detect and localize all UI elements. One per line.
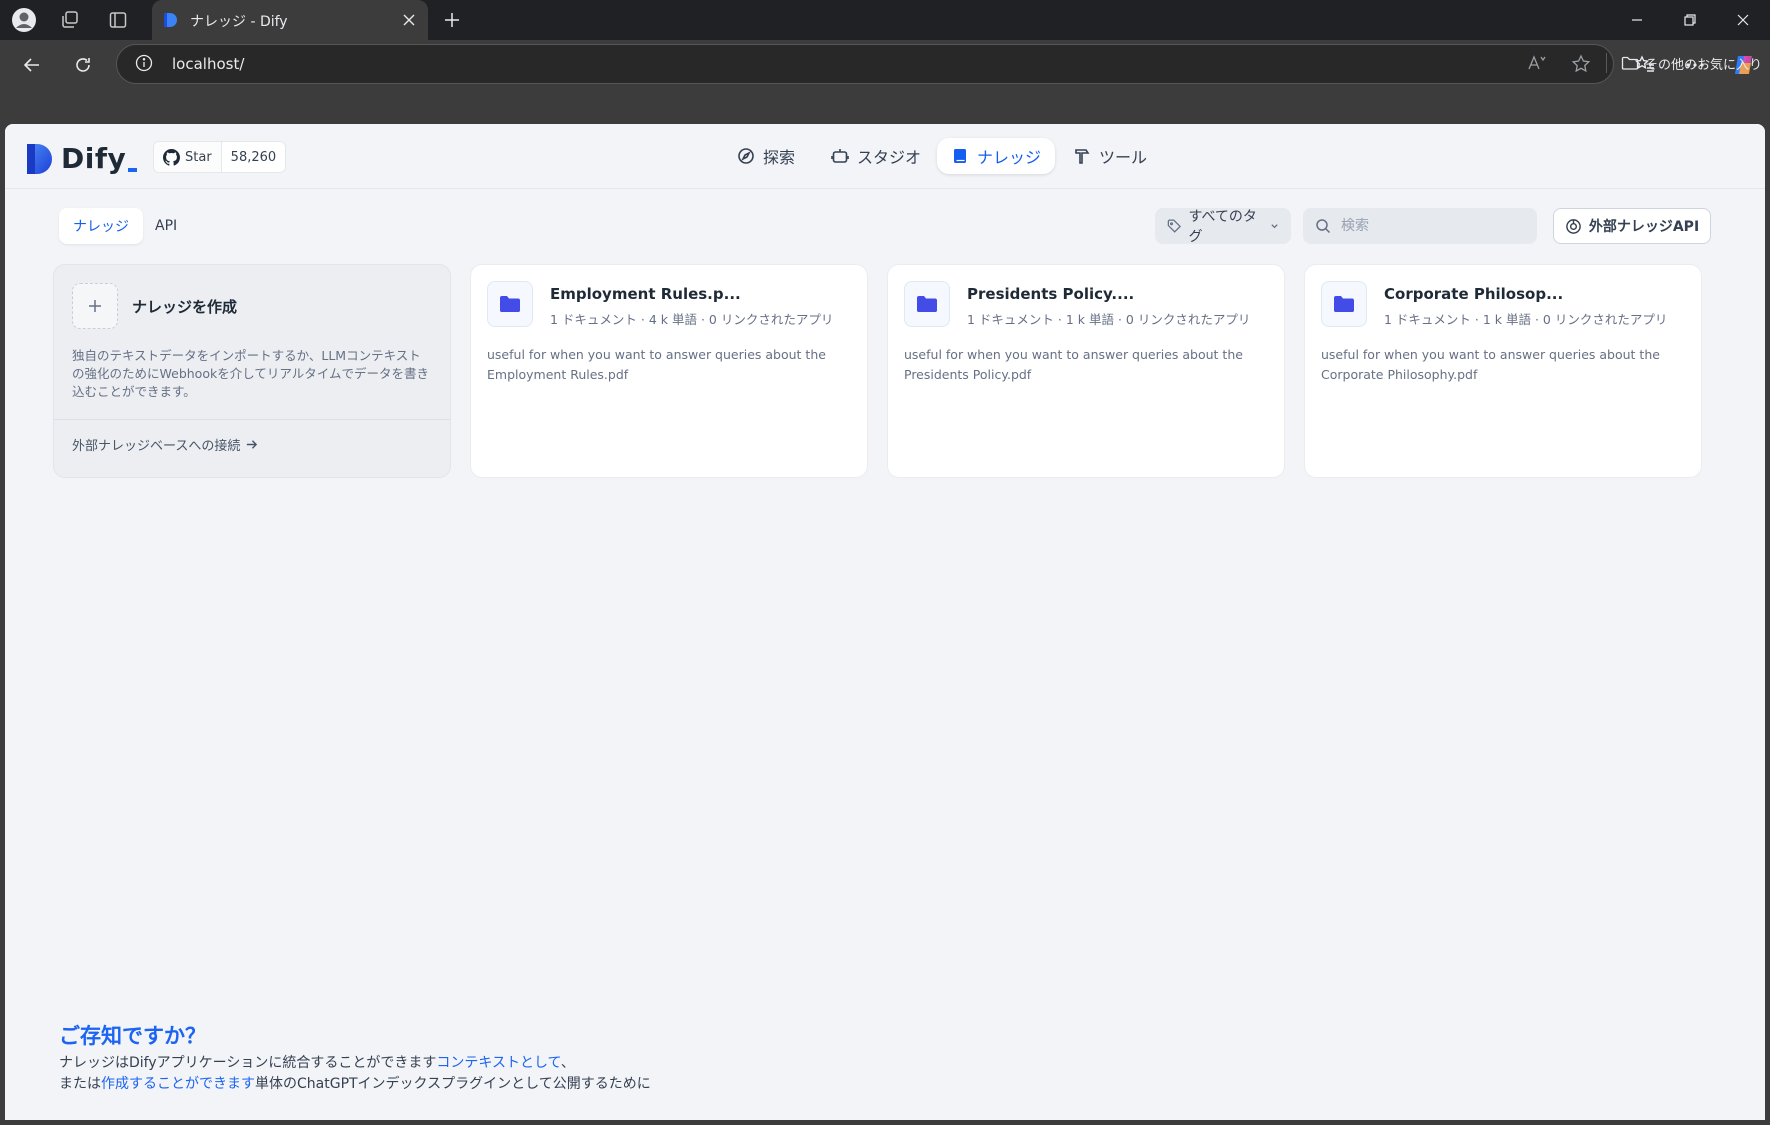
did-you-know-line-2: または作成することができます単体のChatGPTインデックスプラグインとして公開… (59, 1073, 651, 1093)
create-knowledge-header[interactable]: ナレッジを作成 (72, 283, 237, 329)
browser-toolbar: localhost/ (0, 40, 1770, 124)
logo-text: Dify (61, 142, 127, 175)
workspaces-icon[interactable] (56, 6, 84, 34)
browser-titlebar: ナレッジ - Dify (0, 0, 1770, 40)
tag-icon (1167, 219, 1181, 233)
chevron-down-icon (1271, 224, 1278, 229)
read-aloud-icon[interactable] (1527, 54, 1547, 72)
bookmark-folder-label: その他のお気に入り (1645, 57, 1763, 73)
github-star-count: 58,260 (230, 149, 277, 165)
back-icon[interactable] (15, 48, 49, 82)
github-star[interactable]: Star (154, 142, 222, 172)
logo-underscore (128, 167, 138, 172)
arrow-right-icon (247, 440, 258, 449)
bookmark-separator (1606, 53, 1607, 73)
dify-logo-icon (27, 143, 52, 174)
tab-knowledge[interactable]: ナレッジ (59, 208, 143, 244)
nav-knowledge-label: ナレッジ (977, 148, 1042, 167)
dify-logo[interactable]: Dify (25, 142, 138, 175)
create-knowledge-title: ナレッジを作成 (132, 297, 238, 316)
did-you-know-text-1-end: 、 (560, 1055, 575, 1071)
url-text: localhost/ (172, 55, 245, 73)
compass-icon (738, 148, 754, 164)
tag-filter-label: すべてのタグ (1188, 209, 1257, 245)
close-window-icon[interactable] (1723, 6, 1763, 34)
dataset-name: Corporate Philosop... (1384, 285, 1564, 303)
search-icon (1316, 219, 1331, 234)
nav-explore[interactable]: 探索 (723, 138, 809, 174)
dataset-name: Presidents Policy.... (967, 285, 1135, 303)
minimize-icon[interactable] (1617, 6, 1657, 34)
create-knowledge-description: 独自のテキストデータをインポートするか、LLMコンテキストの強化のためにWebh… (72, 348, 429, 399)
robot-icon (831, 149, 849, 163)
github-star-label: Star (185, 149, 212, 165)
folder-icon (1621, 56, 1639, 70)
api-connection-icon (1566, 218, 1581, 234)
nav-explore-label: 探索 (763, 148, 796, 167)
restore-icon[interactable] (1670, 6, 1710, 34)
connect-external-knowledge-label: 外部ナレッジベースへの接続 (72, 439, 241, 454)
dataset-description: useful for when you want to answer queri… (487, 347, 826, 382)
external-knowledge-api-button[interactable]: 外部ナレッジAPI (1553, 208, 1711, 244)
dataset-description: useful for when you want to answer queri… (904, 347, 1243, 382)
other-favorites-folder[interactable]: その他のお気に入り (1621, 53, 1762, 73)
did-you-know-line-1: ナレッジはDifyアプリケーションに統合することができますコンテキストとして、 (59, 1052, 575, 1072)
did-you-know-text-2-prefix: または (59, 1076, 101, 1092)
github-icon (163, 148, 180, 166)
app-header: Dify Star 58,260 探索 スタジオ ナレッジ ツール (5, 124, 1765, 189)
tab-api[interactable]: API (141, 208, 191, 244)
connect-external-knowledge-link[interactable]: 外部ナレッジベースへの接続 (72, 435, 258, 454)
create-card-divider (54, 419, 450, 420)
folder-icon (487, 281, 533, 327)
window-frame-right (1765, 124, 1770, 1125)
dataset-meta: 1 ドキュメント · 4 k 単語 · 0 リンクされたアプリ (550, 312, 834, 327)
nav-studio-label: スタジオ (857, 148, 922, 167)
tag-filter-dropdown[interactable]: すべてのタグ (1155, 208, 1291, 245)
dify-favicon-icon (162, 11, 180, 29)
browser-tab-active[interactable]: ナレッジ - Dify (152, 0, 428, 40)
tab-close-icon[interactable] (398, 9, 420, 31)
dataset-meta: 1 ドキュメント · 1 k 単語 · 0 リンクされたアプリ (967, 312, 1251, 327)
site-info-icon[interactable] (135, 54, 153, 72)
window-frame-bottom (0, 1120, 1770, 1125)
search-box[interactable] (1303, 208, 1537, 244)
nav-studio[interactable]: スタジオ (817, 138, 935, 174)
did-you-know-title: ご存知ですか？ (59, 1024, 206, 1048)
search-input[interactable] (1339, 217, 1523, 235)
tab-actions-icon[interactable] (104, 6, 132, 34)
dataset-description: useful for when you want to answer queri… (1321, 347, 1660, 382)
create-knowledge-card[interactable]: ナレッジを作成 独自のテキストデータをインポートするか、LLMコンテキストの強化… (53, 264, 451, 478)
tab-title: ナレッジ - Dify (190, 14, 288, 30)
book-icon (954, 149, 966, 163)
nav-tools[interactable]: ツール (1059, 138, 1161, 174)
did-you-know-text-2-suffix: 単体のChatGPTインデックスプラグインとして公開するために (255, 1076, 651, 1092)
dataset-card[interactable]: Presidents Policy.... 1 ドキュメント · 1 k 単語 … (887, 264, 1285, 478)
dataset-name: Employment Rules.p... (550, 285, 741, 303)
address-bar[interactable]: localhost/ (116, 44, 1614, 84)
folder-icon (1321, 281, 1367, 327)
folder-icon (904, 281, 950, 327)
dataset-card[interactable]: Employment Rules.p... 1 ドキュメント · 4 k 単語 … (470, 264, 868, 478)
nav-tools-label: ツール (1099, 148, 1148, 167)
as-context-link[interactable]: コンテキストとして (436, 1055, 560, 1071)
dataset-meta: 1 ドキュメント · 1 k 単語 · 0 リンクされたアプリ (1384, 312, 1668, 327)
favorite-star-icon[interactable] (1571, 54, 1591, 74)
did-you-know-text-1: ナレッジはDifyアプリケーションに統合することができます (59, 1055, 437, 1071)
profile-icon[interactable] (10, 6, 38, 34)
plus-icon (72, 283, 118, 329)
create-plugin-link[interactable]: 作成することができます (101, 1076, 255, 1092)
dataset-card[interactable]: Corporate Philosop... 1 ドキュメント · 1 k 単語 … (1304, 264, 1702, 478)
external-knowledge-api-label: 外部ナレッジAPI (1588, 219, 1700, 235)
new-tab-icon[interactable] (438, 6, 466, 34)
dify-app: Dify Star 58,260 探索 スタジオ ナレッジ ツール ナレッジ A… (5, 124, 1765, 1120)
github-star-button[interactable]: Star 58,260 (153, 141, 287, 173)
nav-knowledge[interactable]: ナレッジ (937, 138, 1056, 174)
reload-icon[interactable] (66, 48, 100, 82)
hammer-icon (1075, 149, 1090, 164)
